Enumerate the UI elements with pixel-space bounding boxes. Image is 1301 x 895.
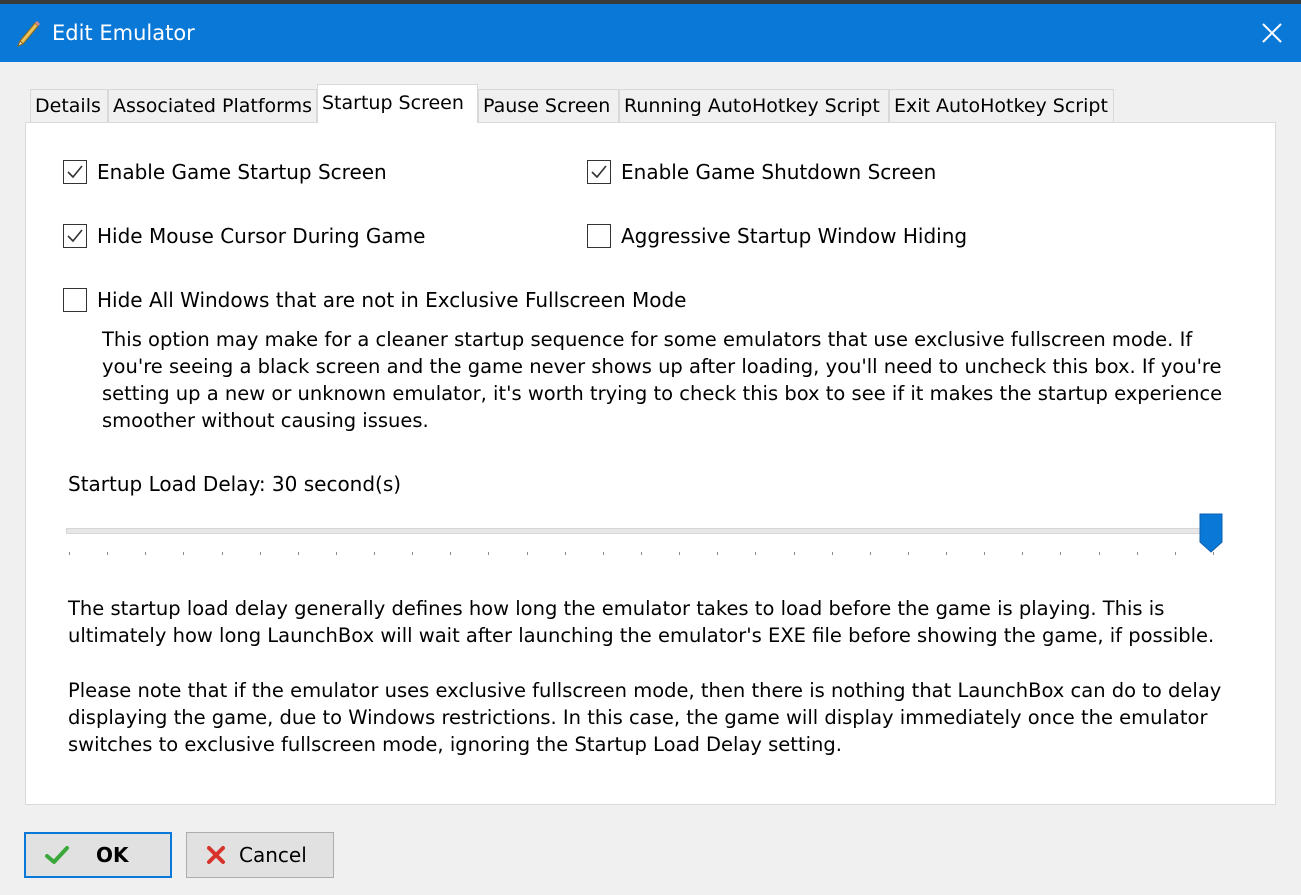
red-x-icon [207, 846, 225, 864]
slider-tick [260, 552, 261, 555]
checkmark-icon [45, 846, 69, 864]
hide-windows-help-text: This option may make for a cleaner start… [102, 326, 1222, 434]
slider-tick [794, 552, 795, 555]
tab-associated-platforms[interactable]: Associated Platforms [108, 89, 317, 122]
exclusive-fullscreen-note: Please note that if the emulator uses ex… [68, 677, 1221, 758]
slider-tick [336, 552, 337, 555]
tab-label: Running AutoHotkey Script [624, 95, 880, 117]
checkbox-label: Enable Game Startup Screen [97, 160, 387, 184]
cancel-button[interactable]: Cancel [186, 832, 334, 878]
slider-tick [755, 552, 756, 555]
checkbox-box[interactable] [63, 224, 87, 248]
ok-label: OK [96, 843, 129, 867]
slider-tick [488, 552, 489, 555]
tab-label: Pause Screen [483, 95, 611, 117]
tab-label: Associated Platforms [113, 95, 313, 117]
help-line: you're seeing a black screen and the gam… [102, 355, 1222, 378]
help-line: setting up a new or unknown emulator, it… [102, 382, 1223, 405]
close-button[interactable] [1243, 4, 1301, 62]
tab-label: Details [35, 95, 101, 117]
help-line: switches to exclusive fullscreen mode, i… [68, 733, 842, 756]
slider-tick [946, 552, 947, 555]
startup-delay-slider-track[interactable] [66, 528, 1216, 534]
slider-tick [107, 552, 108, 555]
help-line: The startup load delay generally defines… [68, 597, 1165, 620]
slider-tick [374, 552, 375, 555]
slider-tick [1022, 552, 1023, 555]
checkbox-label: Enable Game Shutdown Screen [621, 160, 937, 184]
startup-delay-label: Startup Load Delay: 30 second(s) [68, 472, 402, 496]
checkbox-label: Aggressive Startup Window Hiding [621, 224, 968, 248]
window-title: Edit Emulator [52, 21, 195, 45]
slider-tick [908, 552, 909, 555]
tab-pause-screen[interactable]: Pause Screen [478, 89, 619, 122]
slider-tick [679, 552, 680, 555]
tab-running-autohotkey-script[interactable]: Running AutoHotkey Script [619, 89, 889, 122]
slider-tick [1175, 552, 1176, 555]
tab-startup-screen[interactable]: Startup Screen [317, 84, 478, 123]
slider-tick [412, 552, 413, 555]
slider-tick [450, 552, 451, 555]
checkbox-label: Hide Mouse Cursor During Game [97, 224, 426, 248]
startup-screen-panel: Enable Game Startup Screen Enable Game S… [25, 122, 1276, 805]
help-line: Please note that if the emulator uses ex… [68, 679, 1222, 702]
delay-help-text: The startup load delay generally defines… [68, 595, 1214, 649]
help-line: smoother without causing issues. [102, 409, 429, 432]
slider-tick [984, 552, 985, 555]
slider-tick [527, 552, 528, 555]
enable-shutdown-checkbox[interactable]: Enable Game Shutdown Screen [587, 159, 936, 185]
help-line: This option may make for a cleaner start… [102, 328, 1193, 351]
hide-cursor-checkbox[interactable]: Hide Mouse Cursor During Game [63, 223, 425, 249]
slider-tick [222, 552, 223, 555]
close-icon [1262, 23, 1282, 43]
tab-label: Exit AutoHotkey Script [894, 95, 1108, 117]
slider-tick [1060, 552, 1061, 555]
slider-tick [565, 552, 566, 555]
checkmark-icon [67, 165, 83, 179]
help-line: ultimately how long LaunchBox will wait … [68, 624, 1215, 647]
slider-tick [1137, 552, 1138, 555]
tab-details[interactable]: Details [30, 89, 108, 122]
cancel-label: Cancel [239, 843, 307, 867]
title-bar: Edit Emulator [0, 4, 1301, 62]
checkmark-icon [591, 165, 607, 179]
slider-tick [69, 552, 70, 555]
checkmark-icon [67, 229, 83, 243]
hide-windows-checkbox[interactable]: Hide All Windows that are not in Exclusi… [63, 287, 686, 313]
slider-tick [603, 552, 604, 555]
aggressive-hiding-checkbox[interactable]: Aggressive Startup Window Hiding [587, 223, 967, 249]
enable-startup-checkbox[interactable]: Enable Game Startup Screen [63, 159, 387, 185]
slider-tick [717, 552, 718, 555]
slider-tick [641, 552, 642, 555]
checkbox-box[interactable] [63, 288, 87, 312]
slider-tick [183, 552, 184, 555]
checkbox-box[interactable] [587, 160, 611, 184]
slider-tick [832, 552, 833, 555]
slider-ticks [66, 552, 1216, 556]
tab-exit-autohotkey-script[interactable]: Exit AutoHotkey Script [889, 89, 1114, 122]
checkbox-box[interactable] [587, 224, 611, 248]
checkbox-box[interactable] [63, 160, 87, 184]
ok-button[interactable]: OK [24, 832, 172, 878]
help-line: displaying the game, due to Windows rest… [68, 706, 1208, 729]
slider-tick [870, 552, 871, 555]
checkbox-label: Hide All Windows that are not in Exclusi… [97, 288, 687, 312]
slider-tick [298, 552, 299, 555]
slider-thumb[interactable] [1199, 513, 1223, 553]
tab-label: Startup Screen [322, 92, 464, 114]
slider-tick [1099, 552, 1100, 555]
pencil-icon [14, 19, 42, 47]
slider-tick [145, 552, 146, 555]
